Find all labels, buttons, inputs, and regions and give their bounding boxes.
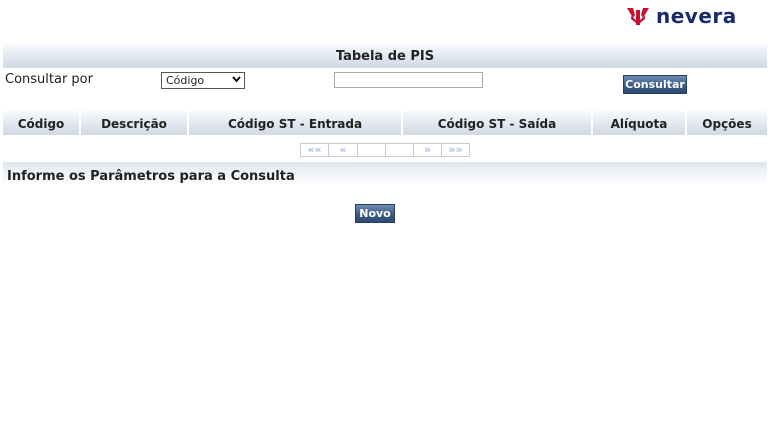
- prev-page-button[interactable]: «: [329, 144, 358, 156]
- column-header-codigo-st-entrada[interactable]: Código ST - Entrada: [189, 111, 403, 135]
- nevera-logo: nevera: [625, 4, 737, 28]
- page-slot: [386, 144, 414, 156]
- column-header-codigo-st-saida[interactable]: Código ST - Saída: [403, 111, 593, 135]
- column-header-codigo[interactable]: Código: [3, 111, 81, 135]
- page-title: Tabela de PIS: [3, 44, 767, 68]
- column-header-opcoes[interactable]: Opções: [687, 111, 767, 135]
- search-input[interactable]: [334, 72, 483, 88]
- last-page-button[interactable]: »»: [442, 144, 469, 156]
- chevron-down-icon: [232, 73, 241, 88]
- first-page-button[interactable]: ««: [301, 144, 329, 156]
- pagination: «« « » »»: [300, 143, 470, 157]
- consultar-button[interactable]: Consultar: [623, 75, 687, 94]
- search-field-select-value: Código: [166, 74, 205, 87]
- search-label: Consultar por: [5, 72, 93, 87]
- column-header-descricao[interactable]: Descrição: [81, 111, 189, 135]
- nevera-logo-icon: [627, 8, 649, 25]
- novo-button[interactable]: Novo: [355, 204, 395, 223]
- results-table-header: Código Descrição Código ST - Entrada Cód…: [3, 111, 767, 135]
- status-message: Informe os Parâmetros para a Consulta: [3, 162, 767, 186]
- search-field-select[interactable]: Código: [161, 72, 245, 89]
- next-page-button[interactable]: »: [414, 144, 442, 156]
- column-header-aliquota[interactable]: Alíquota: [593, 111, 687, 135]
- page-slot: [358, 144, 386, 156]
- logo-text: nevera: [656, 4, 737, 28]
